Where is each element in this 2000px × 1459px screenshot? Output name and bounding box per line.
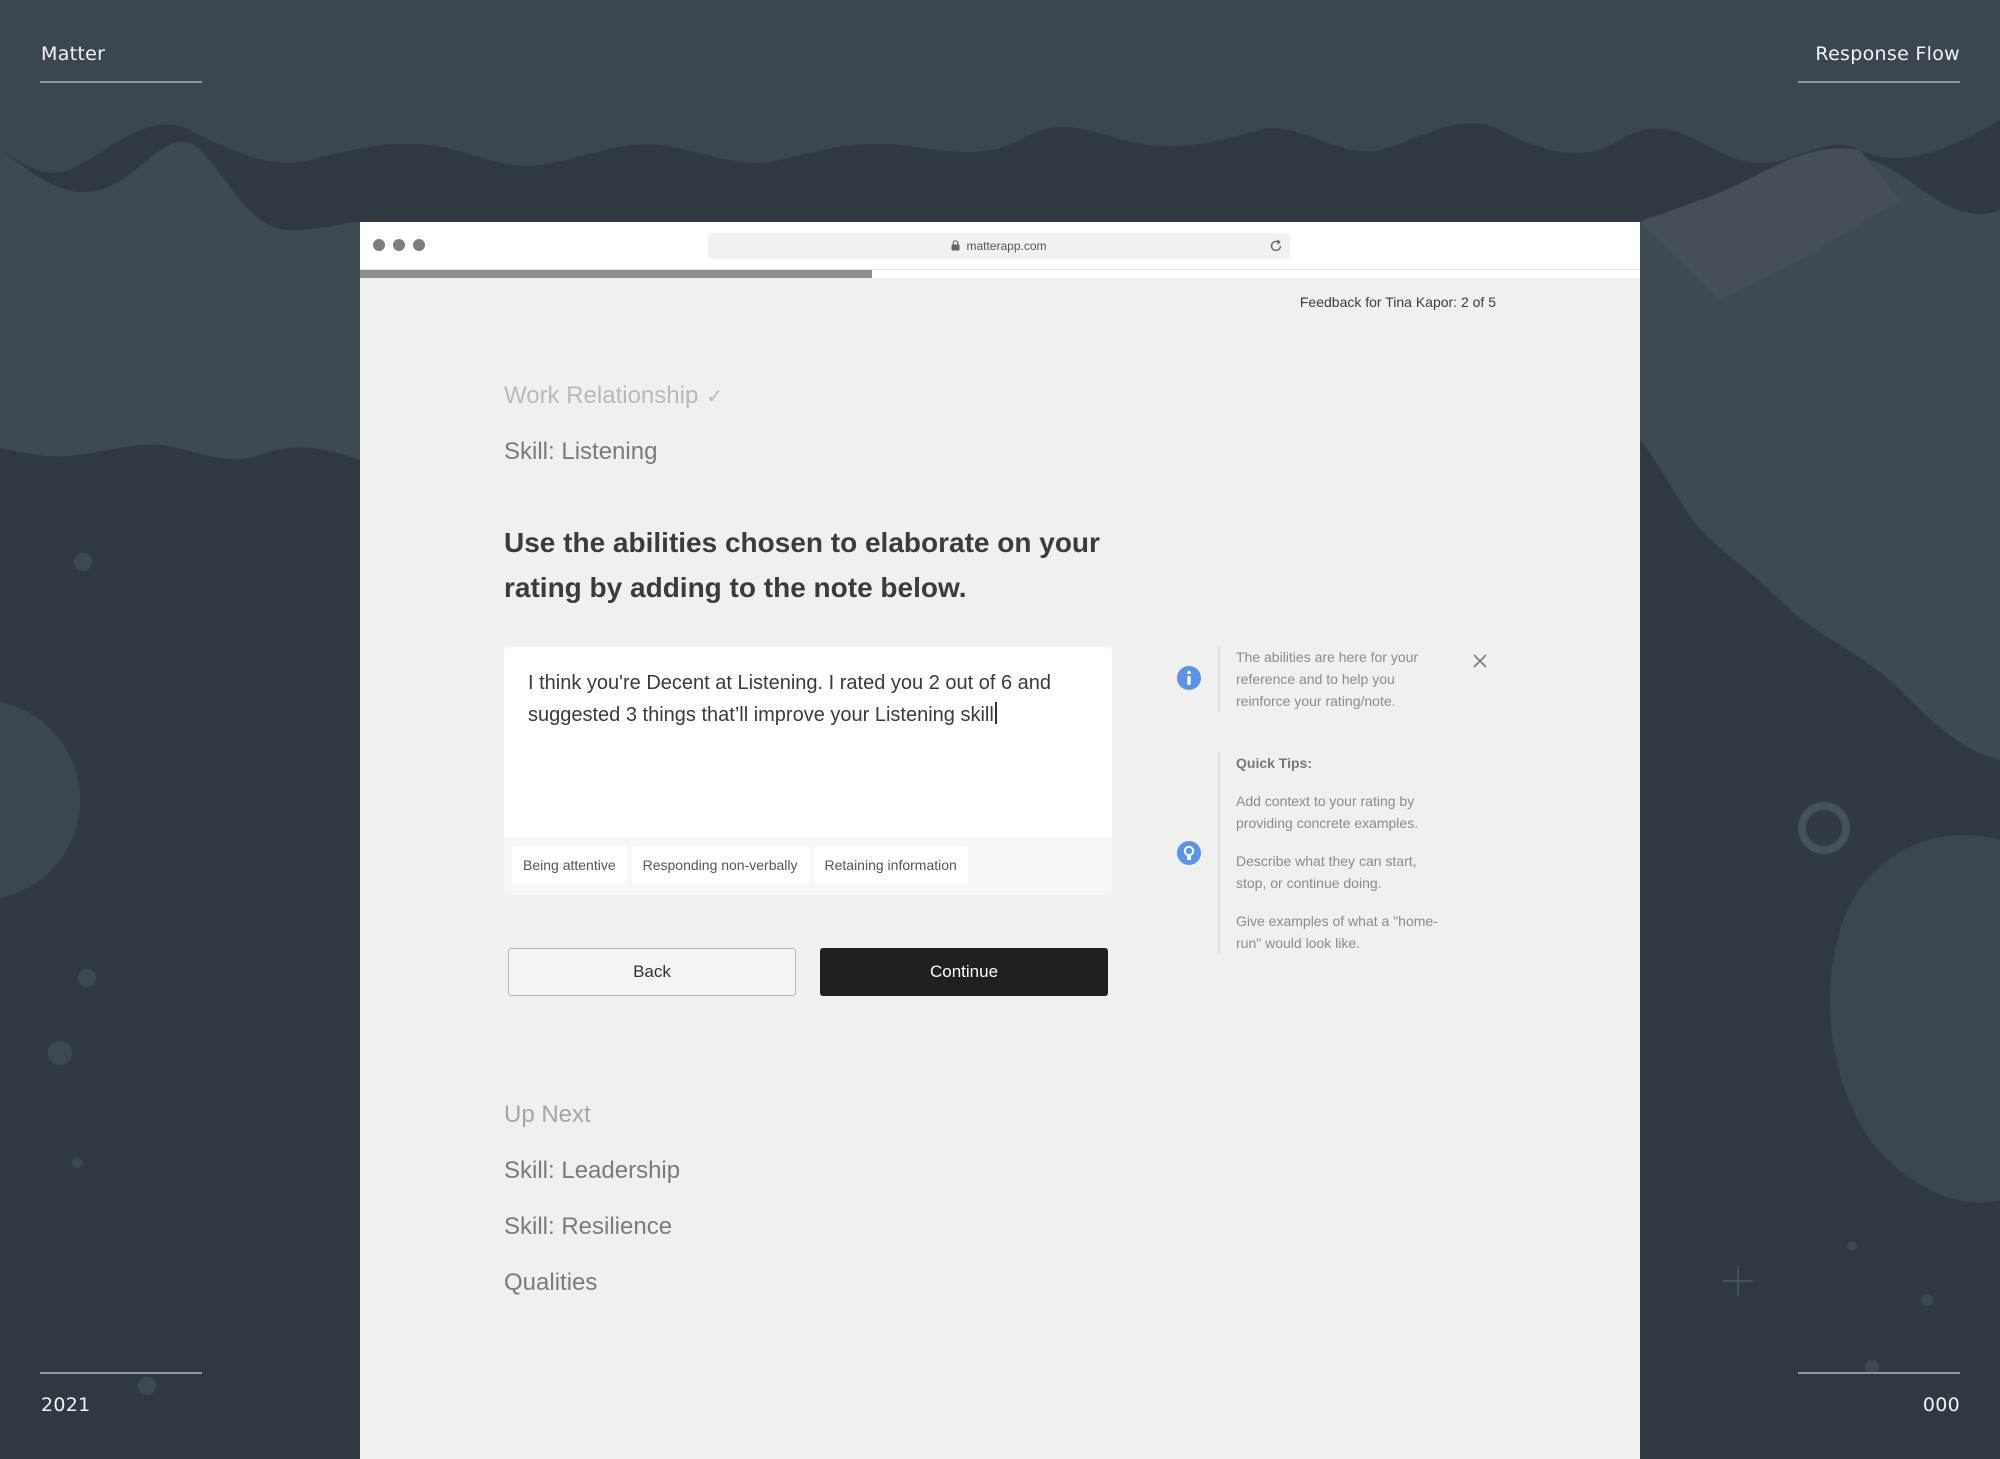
back-button[interactable]: Back	[508, 948, 796, 996]
window-minimize-dot[interactable]	[393, 239, 405, 251]
ability-chip[interactable]: Responding non-verbally	[631, 846, 809, 884]
ability-chip[interactable]: Being attentive	[512, 846, 627, 884]
current-section-title: Skill: Listening	[504, 438, 658, 465]
completed-section[interactable]: Work Relationship ✓	[504, 382, 723, 410]
continue-button[interactable]: Continue	[820, 948, 1108, 996]
divider	[1218, 646, 1220, 712]
lightbulb-icon	[1177, 841, 1201, 865]
flow-name-label: Response Flow	[1815, 43, 1960, 65]
browser-toolbar: matterapp.com	[360, 222, 1640, 270]
progress-fill	[360, 270, 872, 278]
divider	[1218, 752, 1220, 954]
up-next-item: Skill: Leadership	[504, 1157, 681, 1184]
divider	[40, 81, 202, 83]
check-icon: ✓	[706, 386, 724, 408]
feedback-counter: Feedback for Tina Kapor: 2 of 5	[1299, 294, 1496, 310]
close-icon[interactable]	[1472, 653, 1488, 669]
note-card: I think you're Decent at Listening. I ra…	[504, 647, 1112, 895]
divider	[40, 1372, 202, 1374]
reload-icon[interactable]	[1268, 238, 1284, 254]
tip-item: Give examples of what a "home-run" would…	[1236, 913, 1438, 951]
year-label: 2021	[41, 1394, 91, 1416]
tip-item: Add context to your rating by providing …	[1236, 793, 1419, 831]
completed-section-label: Work Relationship	[504, 382, 699, 409]
url-text: matterapp.com	[966, 239, 1047, 253]
up-next-item: Skill: Resilience	[504, 1213, 673, 1240]
text-caret	[994, 702, 997, 724]
divider	[1798, 81, 1960, 83]
address-bar[interactable]: matterapp.com	[708, 233, 1290, 259]
up-next-item: Qualities	[504, 1269, 598, 1296]
brand-label: Matter	[41, 43, 106, 65]
ability-chips: Being attentive Responding non-verbally Re…	[512, 846, 973, 884]
divider	[1798, 1372, 1960, 1374]
window-close-dot[interactable]	[373, 239, 385, 251]
browser-window: matterapp.com Feedback for Tina Kapor: 2…	[360, 222, 1640, 1459]
progress-bar	[360, 270, 1640, 278]
info-icon	[1177, 666, 1201, 690]
window-maximize-dot[interactable]	[413, 239, 425, 251]
note-textarea[interactable]: I think you're Decent at Listening. I ra…	[504, 647, 1112, 837]
info-text: The abilities are here for your referenc…	[1236, 649, 1419, 709]
page-number: 000	[1922, 1394, 1960, 1416]
note-text: I think you're Decent at Listening. I ra…	[528, 672, 1052, 726]
tip-item: Describe what they can start, stop, or c…	[1236, 853, 1417, 891]
up-next-heading: Up Next	[504, 1101, 591, 1128]
quick-tips-title: Quick Tips:	[1236, 755, 1312, 771]
prompt-heading: Use the abilities chosen to elaborate on…	[504, 527, 1100, 603]
quick-tips: Quick Tips: Add context to your rating b…	[1236, 752, 1446, 970]
lock-icon	[951, 240, 960, 251]
ability-chip[interactable]: Retaining information	[813, 846, 968, 884]
